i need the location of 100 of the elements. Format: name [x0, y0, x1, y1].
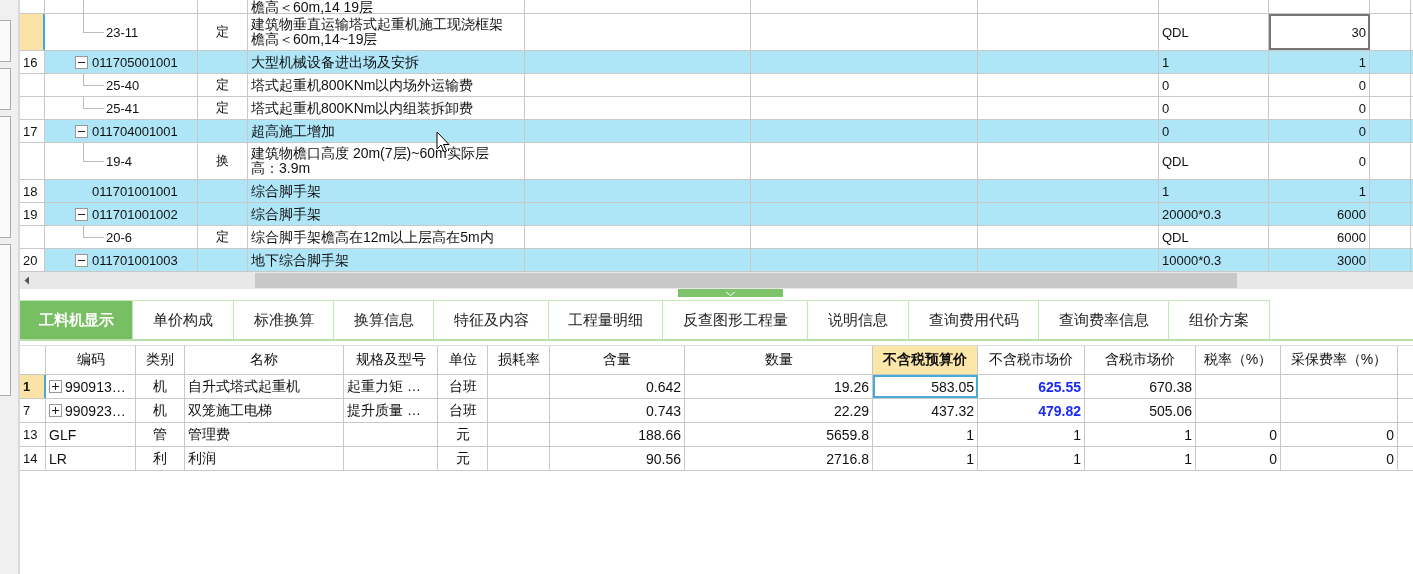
column-header[interactable]: 类别	[136, 346, 185, 374]
table-cell: 670.38	[1149, 378, 1192, 395]
table-cell: 990923…	[65, 402, 126, 419]
table-cell: 管理费	[188, 425, 230, 444]
quantity-value: 30	[1351, 24, 1366, 40]
bill-item-row[interactable]: 20 011701001003 地下综合脚手架 10000*0.3 3000	[20, 249, 1413, 272]
item-name: 大型机械设备进出场及安拆	[251, 54, 419, 70]
quantity-value: 0	[1358, 100, 1366, 116]
quantity-expression: QDL	[1162, 24, 1189, 40]
collapse-icon[interactable]	[75, 55, 88, 69]
item-name: 综合脚手架	[251, 206, 321, 222]
table-cell: 台班	[448, 377, 477, 396]
table-cell: 起重力矩 …	[347, 377, 421, 396]
collapse-icon[interactable]	[75, 253, 88, 267]
tab[interactable]: 换算信息	[334, 300, 434, 339]
tab[interactable]: 单价构成	[133, 300, 234, 339]
item-type: 换	[216, 152, 229, 170]
bill-item-row[interactable]: 17 011704001001 超高施工增加 0 0	[20, 120, 1413, 143]
row-number[interactable]: 14	[20, 447, 46, 470]
column-header[interactable]: 单位	[438, 346, 488, 374]
table-cell: LR	[49, 450, 67, 467]
item-code: 011701001003	[92, 252, 178, 268]
item-code: 23-11	[106, 24, 139, 40]
bill-item-row[interactable]: 18 011701001001 综合脚手架 1 1	[20, 180, 1413, 203]
table-cell: 0	[1269, 450, 1277, 467]
item-code: 011704001001	[92, 123, 178, 139]
table-cell: 元	[455, 425, 470, 444]
tab[interactable]: 查询费用代码	[909, 300, 1039, 339]
table-cell: 1	[966, 426, 974, 443]
table-cell: 0	[1269, 426, 1277, 443]
column-header[interactable]: 名称	[185, 346, 344, 374]
table-cell: 0	[1386, 426, 1394, 443]
row-number[interactable]: 18	[20, 180, 45, 202]
table-cell: 1	[966, 450, 974, 467]
row-number[interactable]: 13	[20, 423, 46, 446]
item-name: 建筑物檐口高度 20m(7层)~60m实际层高：3.9m	[251, 146, 490, 176]
tree-line	[83, 14, 104, 33]
column-header[interactable]: 采保费率（%）	[1281, 346, 1398, 374]
collapse-icon[interactable]	[75, 207, 88, 221]
item-name: 檐高＜60m,14 19层	[251, 0, 374, 14]
tab[interactable]: 工程量明细	[549, 300, 663, 339]
item-type: 定	[216, 76, 229, 94]
item-name: 建筑物垂直运输塔式起重机施工现浇框架檐高＜60m,14~19层	[251, 17, 504, 47]
item-type: 定	[216, 228, 229, 246]
column-header[interactable]: 含量	[550, 346, 685, 374]
item-name: 地下综合脚手架	[251, 252, 349, 268]
collapse-icon[interactable]	[75, 124, 88, 138]
row-number[interactable]: 17	[20, 120, 45, 142]
item-name: 超高施工增加	[251, 123, 335, 139]
quantity-value: 0	[1358, 77, 1366, 93]
row-number[interactable]: 1	[20, 375, 46, 398]
table-cell: 机	[153, 377, 167, 396]
row-number[interactable]: 19	[20, 203, 45, 225]
table-cell: 台班	[448, 401, 477, 420]
bill-item-row[interactable]: 16 011705001001 大型机械设备进出场及安拆 1 1	[20, 51, 1413, 74]
table-cell: 利	[153, 449, 167, 468]
column-header[interactable]: 不含税预算价	[873, 346, 978, 374]
tab[interactable]: 特征及内容	[434, 300, 549, 339]
column-header[interactable]: 损耗率	[488, 346, 550, 374]
expand-icon[interactable]	[49, 380, 62, 393]
quantity-expression: 10000*0.3	[1162, 252, 1222, 268]
table-cell: 1	[1073, 450, 1081, 467]
quantity-expression: 0	[1162, 77, 1170, 93]
item-name: 塔式起重机800KNm以内组装拆卸费	[251, 100, 474, 116]
column-header[interactable]: 税率（%）	[1196, 346, 1281, 374]
item-type: 定	[216, 99, 229, 117]
quantity-expression: QDL	[1162, 153, 1189, 169]
item-code: 011701001001	[92, 183, 178, 199]
table-cell: 0.642	[645, 378, 681, 395]
row-number[interactable]: 16	[20, 51, 45, 73]
tab[interactable]: 标准换算	[234, 300, 334, 339]
tab[interactable]: 组价方案	[1169, 300, 1270, 339]
quantity-expression: 0	[1162, 100, 1170, 116]
item-name: 综合脚手架	[251, 183, 321, 199]
table-cell: 583.05	[931, 378, 974, 395]
expand-icon[interactable]	[49, 404, 62, 417]
row-number[interactable]: 20	[20, 249, 45, 271]
table-cell: 1	[1073, 426, 1081, 443]
quantity-expression: QDL	[1162, 229, 1189, 245]
tab[interactable]: 说明信息	[808, 300, 909, 339]
column-header[interactable]: 含税市场价	[1085, 346, 1196, 374]
bill-item-row[interactable]: 19 011701001002 综合脚手架 20000*0.3 6000	[20, 203, 1413, 226]
item-code: 25-41	[106, 100, 140, 116]
table-cell: 990913…	[65, 378, 126, 395]
item-code: 20-6	[106, 229, 133, 245]
column-header[interactable]: 不含税市场价	[978, 346, 1085, 374]
table-cell: 2716.8	[826, 450, 869, 467]
row-number[interactable]	[20, 14, 45, 50]
quantity-expression: 1	[1162, 183, 1170, 199]
column-header[interactable]: 规格及型号	[344, 346, 438, 374]
tree-line	[83, 143, 104, 162]
tab[interactable]: 反查图形工程量	[663, 300, 808, 339]
column-header[interactable]: 编码	[46, 346, 136, 374]
table-cell: 437.32	[931, 402, 974, 419]
table-cell: 1	[1184, 426, 1192, 443]
table-cell: GLF	[49, 426, 77, 443]
table-cell: 479.82	[1038, 402, 1081, 419]
table-cell: 22.29	[833, 402, 869, 419]
tab[interactable]: 查询费率信息	[1039, 300, 1169, 339]
row-number[interactable]: 7	[20, 399, 46, 422]
